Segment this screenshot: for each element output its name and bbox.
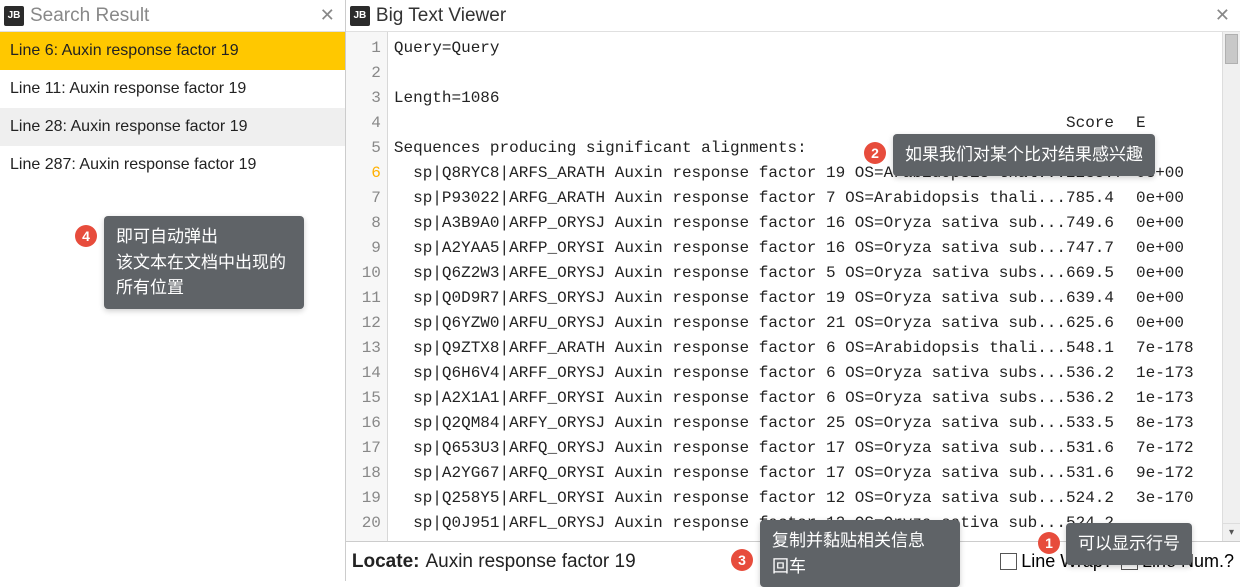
annotation-tip-4: 即可自动弹出 该文本在文档中出现的 所有位置: [104, 216, 304, 309]
text-line: sp|A2YAA5|ARFP_ORYSI Auxin response fact…: [394, 236, 1216, 261]
line-number: 7: [346, 186, 381, 211]
search-result-title: Search Result: [30, 5, 149, 27]
close-icon[interactable]: ✕: [1211, 5, 1234, 26]
annotation-text: 复制并黏贴相关信息: [772, 528, 948, 554]
right-titlebar: JB Big Text Viewer ✕: [346, 0, 1240, 32]
text-line: ScoreE: [394, 111, 1216, 136]
line-number: 15: [346, 386, 381, 411]
text-line: sp|Q2QM84|ARFY_ORYSJ Auxin response fact…: [394, 411, 1216, 436]
text-viewer-content[interactable]: Query=QueryLength=1086 ScoreESequences p…: [388, 32, 1222, 541]
text-line: sp|A2X1A1|ARFF_ORYSI Auxin response fact…: [394, 386, 1216, 411]
jb-logo-icon: JB: [350, 6, 370, 26]
line-number: 8: [346, 211, 381, 236]
line-number: 18: [346, 461, 381, 486]
line-number: 9: [346, 236, 381, 261]
annotation-text: 所有位置: [116, 275, 292, 301]
text-line: sp|Q6Z2W3|ARFE_ORYSJ Auxin response fact…: [394, 261, 1216, 286]
text-line: [394, 61, 1216, 86]
search-result-item[interactable]: Line 6: Auxin response factor 19: [0, 32, 345, 70]
annotation-text: 即可自动弹出: [116, 224, 292, 250]
annotation-text: 该文本在文档中出现的: [116, 250, 292, 276]
text-line: Query=Query: [394, 36, 1216, 61]
viewer-title: Big Text Viewer: [376, 5, 506, 27]
text-line: sp|Q653U3|ARFQ_ORYSJ Auxin response fact…: [394, 436, 1216, 461]
text-line: sp|Q6YZW0|ARFU_ORYSJ Auxin response fact…: [394, 311, 1216, 336]
text-line: sp|Q9ZTX8|ARFF_ARATH Auxin response fact…: [394, 336, 1216, 361]
line-number: 3: [346, 86, 381, 111]
vertical-scrollbar[interactable]: ▾: [1222, 32, 1240, 541]
text-line: sp|A3B9A0|ARFP_ORYSJ Auxin response fact…: [394, 211, 1216, 236]
line-number: 14: [346, 361, 381, 386]
line-number-gutter: 1234567891011121314151617181920: [346, 32, 388, 541]
line-number: 11: [346, 286, 381, 311]
text-line: Length=1086: [394, 86, 1216, 111]
line-number: 2: [346, 61, 381, 86]
annotation-badge-2: 2: [864, 142, 886, 164]
locate-label: Locate:: [352, 551, 420, 573]
line-number: 4: [346, 111, 381, 136]
annotation-badge-4: 4: [75, 225, 97, 247]
search-result-item[interactable]: Line 28: Auxin response factor 19: [0, 108, 345, 146]
left-titlebar: JB Search Result ✕: [0, 0, 345, 32]
annotation-tip-1: 可以显示行号: [1066, 523, 1192, 565]
text-line: sp|Q0D9R7|ARFS_ORYSJ Auxin response fact…: [394, 286, 1216, 311]
search-result-item[interactable]: Line 287: Auxin response factor 19: [0, 146, 345, 184]
checkbox-box: [1000, 553, 1017, 570]
jb-logo-icon: JB: [4, 6, 24, 26]
line-number: 6: [346, 161, 381, 186]
annotation-text: 回车: [772, 554, 948, 580]
line-number: 5: [346, 136, 381, 161]
line-number: 20: [346, 511, 381, 536]
scrollbar-down-arrow[interactable]: ▾: [1223, 523, 1240, 541]
text-line: sp|Q6H6V4|ARFF_ORYSJ Auxin response fact…: [394, 361, 1216, 386]
line-number: 17: [346, 436, 381, 461]
close-icon[interactable]: ✕: [316, 5, 339, 26]
search-results-list: Line 6: Auxin response factor 19Line 11:…: [0, 32, 345, 184]
line-number: 10: [346, 261, 381, 286]
big-text-viewer-panel: JB Big Text Viewer ✕ 1234567891011121314…: [346, 0, 1240, 581]
annotation-badge-1: 1: [1038, 532, 1060, 554]
annotation-tip-3: 复制并黏贴相关信息 回车: [760, 520, 960, 587]
line-number: 13: [346, 336, 381, 361]
line-number: 16: [346, 411, 381, 436]
line-number: 19: [346, 486, 381, 511]
line-number: 1: [346, 36, 381, 61]
annotation-badge-3: 3: [731, 549, 753, 571]
line-number: 12: [346, 311, 381, 336]
search-result-item[interactable]: Line 11: Auxin response factor 19: [0, 70, 345, 108]
text-line: sp|P93022|ARFG_ARATH Auxin response fact…: [394, 186, 1216, 211]
scrollbar-thumb[interactable]: [1225, 34, 1238, 64]
text-line: sp|A2YG67|ARFQ_ORYSI Auxin response fact…: [394, 461, 1216, 486]
annotation-tip-2: 如果我们对某个比对结果感兴趣: [893, 134, 1155, 176]
text-line: sp|Q258Y5|ARFL_ORYSI Auxin response fact…: [394, 486, 1216, 511]
